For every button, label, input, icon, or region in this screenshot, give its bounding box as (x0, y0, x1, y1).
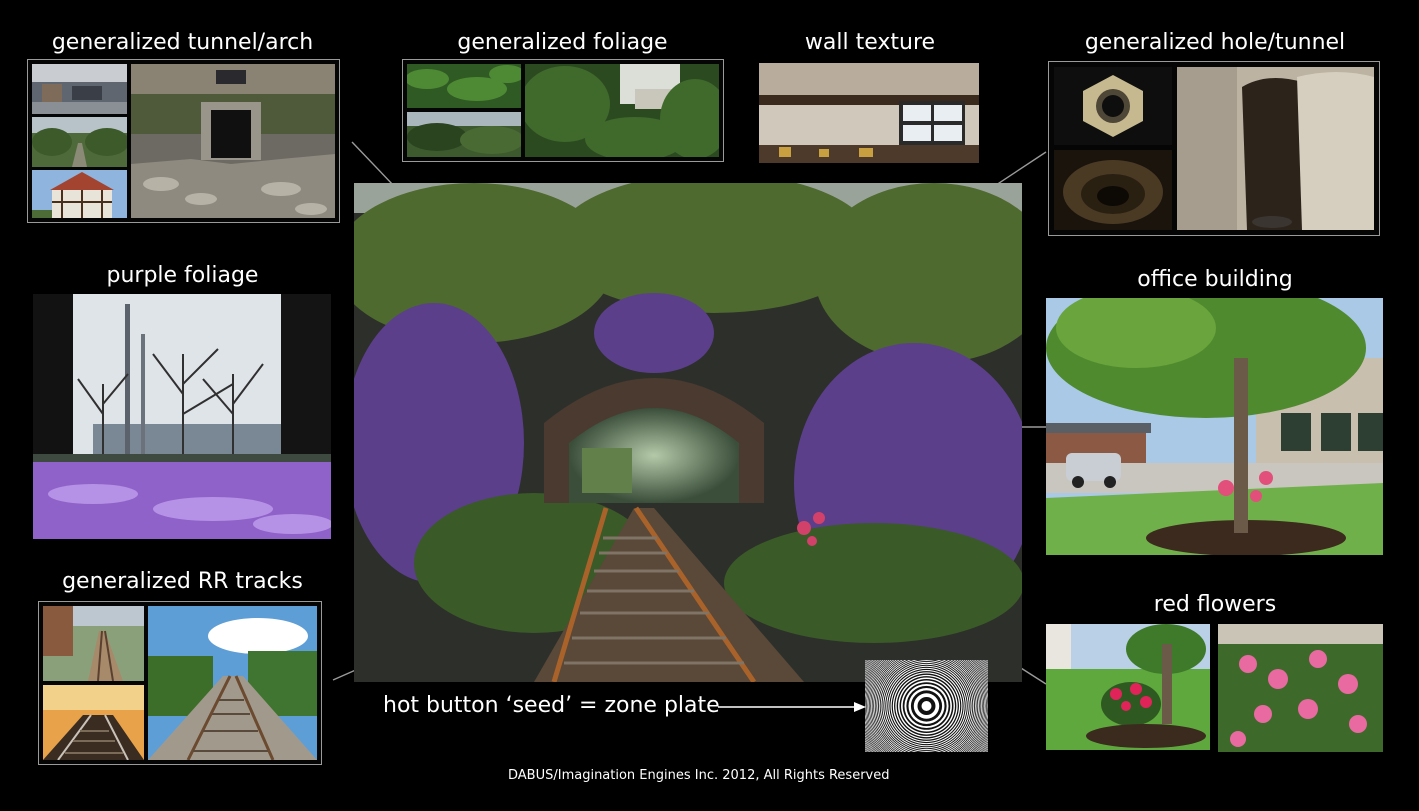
panel-rr-tracks (38, 601, 322, 765)
image-tracks-path (43, 606, 144, 681)
image-tracks-sunset (43, 685, 144, 760)
label-red-flowers: red flowers (1153, 592, 1277, 617)
panel-purple-foliage (33, 294, 333, 539)
image-fern-foliage (407, 64, 521, 108)
zone-plate (846, 626, 1007, 786)
composite-image (334, 173, 1054, 684)
image-hex-nut (1054, 67, 1172, 145)
image-hedge-foliage (525, 64, 719, 157)
image-pink-flower-bush (1218, 624, 1383, 752)
image-tracks-perspective (148, 606, 317, 760)
image-office-building (1046, 278, 1383, 556)
image-purple-foliage (33, 294, 333, 539)
image-garden-path (32, 117, 127, 167)
label-rr-tracks: generalized RR tracks (62, 569, 303, 594)
arrow-to-zone-plate (718, 702, 866, 712)
image-rock-cave (1177, 67, 1374, 230)
image-zone-plate (846, 626, 1007, 786)
credit-text: DABUS/Imagination Engines Inc. 2012, All… (508, 768, 890, 783)
label-office-building: office building (1137, 267, 1293, 292)
image-office-interior (32, 64, 127, 114)
label-tunnel-arch: generalized tunnel/arch (51, 30, 314, 55)
image-wall-texture (759, 63, 979, 163)
panel-wall-texture (759, 63, 979, 163)
panel-tunnel-arch (27, 59, 340, 223)
panel-red-flowers (1046, 624, 1383, 752)
seed-caption: hot button ‘seed’ = zone plate (383, 693, 720, 718)
panel-foliage (402, 59, 724, 162)
image-tunnel-stream (131, 64, 335, 218)
label-wall-texture: wall texture (804, 30, 936, 55)
image-tree-foliage (407, 112, 521, 157)
label-foliage: generalized foliage (457, 30, 668, 55)
image-composite-tunnel (334, 173, 1054, 684)
image-round-tunnel (1054, 150, 1172, 230)
panel-office-building (1046, 278, 1383, 556)
label-hole-tunnel: generalized hole/tunnel (1084, 30, 1346, 55)
image-timber-house (32, 170, 127, 218)
panel-hole-tunnel (1048, 61, 1380, 236)
image-red-flowers-yard (1046, 624, 1210, 750)
label-purple-foliage: purple foliage (106, 263, 259, 288)
